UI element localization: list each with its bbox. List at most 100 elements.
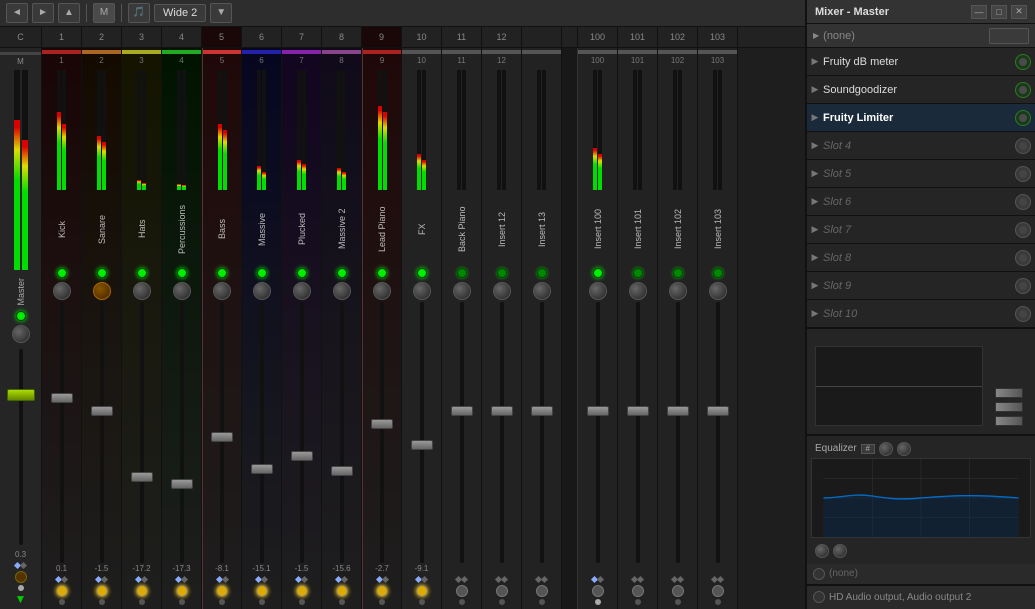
lead-route[interactable] [372,575,392,583]
up-btn[interactable]: ▲ [58,3,80,23]
fx-slot-10[interactable]: ▶ Slot 10 [807,300,1035,328]
massive2-fader-handle[interactable] [331,466,353,476]
back-btn[interactable]: ◄ [6,3,28,23]
i100-knob[interactable] [589,282,607,300]
sanare-knob[interactable] [93,282,111,300]
kick-knob[interactable] [53,282,71,300]
i103-knob[interactable] [709,282,727,300]
fx-8-power[interactable] [1015,250,1031,266]
kick-led[interactable] [57,268,67,278]
fx-3-power[interactable] [1015,110,1031,126]
i100-fader-handle[interactable] [587,406,609,416]
channel-insert101[interactable]: 101 Insert 101 [618,48,658,609]
channel-sanare[interactable]: 2 Sanare -1.5 [82,48,122,609]
channel-hats[interactable]: 3 Hats -17.2 [122,48,162,609]
backpiano-bulb[interactable] [456,585,468,597]
channel-massive2[interactable]: 8 Massive 2 -15.6 [322,48,362,609]
fx-10-expand[interactable]: ▶ [811,310,819,318]
bottom-none-slot[interactable]: (none) [807,564,1035,585]
preset-label[interactable]: Wide 2 [154,4,206,22]
fx-6-expand[interactable]: ▶ [811,198,819,206]
lead-knob[interactable] [373,282,391,300]
i12-led[interactable] [497,268,507,278]
massive2-led[interactable] [337,268,347,278]
fx-slot-8[interactable]: ▶ Slot 8 [807,244,1035,272]
dropdown-btn[interactable]: ▼ [210,3,232,23]
fx-dropdown-knob[interactable] [989,28,1029,44]
hats-led[interactable] [137,268,147,278]
r-fader-3[interactable] [995,416,1023,426]
fx-6-power[interactable] [1015,194,1031,210]
fx-2-expand[interactable]: ▶ [811,86,819,94]
fx-1-power[interactable] [1015,54,1031,70]
channel-insert12[interactable]: 12 Insert 12 [482,48,522,609]
backpiano-led[interactable] [457,268,467,278]
massive-route[interactable] [252,575,272,583]
fx-9-expand[interactable]: ▶ [811,282,819,290]
eq-param-knob-1[interactable] [815,544,829,558]
kick-route[interactable] [52,575,72,583]
hats-fader-handle[interactable] [131,472,153,482]
channel-massive[interactable]: 6 Massive -15.1 [242,48,282,609]
backpiano-knob[interactable] [453,282,471,300]
panel-minimize-btn[interactable]: — [971,5,987,19]
master-fader-handle[interactable] [7,389,35,401]
fx-9-power[interactable] [1015,278,1031,294]
master-channel[interactable]: M Master 0. [0,48,42,609]
fx-8-expand[interactable]: ▶ [811,254,819,262]
i13-bulb[interactable] [536,585,548,597]
sanare-fader-handle[interactable] [91,406,113,416]
massive-bulb[interactable] [256,585,268,597]
i100-led[interactable] [593,268,603,278]
plucked-fader-handle[interactable] [291,451,313,461]
i12-fader-handle[interactable] [491,406,513,416]
sanare-bulb[interactable] [96,585,108,597]
fx-1-expand[interactable]: ▶ [811,58,819,66]
bass-knob[interactable] [213,282,231,300]
i13-fader-handle[interactable] [531,406,553,416]
channel-fx[interactable]: 10 FX -9.1 [402,48,442,609]
channel-percussions[interactable]: 4 Percussions -17.3 [162,48,202,609]
i101-route[interactable] [628,575,648,583]
fx-2-power[interactable] [1015,82,1031,98]
perc-led[interactable] [177,268,187,278]
channel-kick[interactable]: 1 Kick 0.1 [42,48,82,609]
eq-enable-btn[interactable]: # [861,444,875,454]
hats-knob[interactable] [133,282,151,300]
fx-bulb[interactable] [416,585,428,597]
i102-bulb[interactable] [672,585,684,597]
perc-route[interactable] [172,575,192,583]
massive-fader-handle[interactable] [251,464,273,474]
r-fader-2[interactable] [995,402,1023,412]
r-fader-1[interactable] [995,388,1023,398]
master-bulb[interactable] [15,571,27,583]
master-route-btn[interactable] [11,561,31,569]
i102-fader-handle[interactable] [667,406,689,416]
bass-led[interactable] [217,268,227,278]
perc-bulb[interactable] [176,585,188,597]
eq-param-knob-2[interactable] [833,544,847,558]
sanare-led[interactable] [97,268,107,278]
massive-led[interactable] [257,268,267,278]
fx-slot-6[interactable]: ▶ Slot 6 [807,188,1035,216]
i101-led[interactable] [633,268,643,278]
fx-slot-7[interactable]: ▶ Slot 7 [807,216,1035,244]
lead-fader-handle[interactable] [371,419,393,429]
fx-slot-5[interactable]: ▶ Slot 5 [807,160,1035,188]
i102-route[interactable] [668,575,688,583]
hats-bulb[interactable] [136,585,148,597]
fx-slot-4[interactable]: ▶ Slot 4 [807,132,1035,160]
bass-fader-handle[interactable] [211,432,233,442]
i103-led[interactable] [713,268,723,278]
fx-7-power[interactable] [1015,222,1031,238]
i101-fader-handle[interactable] [627,406,649,416]
channel-plucked[interactable]: 7 Plucked -1.5 [282,48,322,609]
eq-knob-2[interactable] [897,442,911,456]
plucked-led[interactable] [297,268,307,278]
lead-bulb[interactable] [376,585,388,597]
massive-knob[interactable] [253,282,271,300]
backpiano-fader-handle[interactable] [451,406,473,416]
bass-route[interactable] [212,575,232,583]
channel-backpiano[interactable]: 11 Back Piano [442,48,482,609]
fx-4-expand[interactable]: ▶ [811,142,819,150]
